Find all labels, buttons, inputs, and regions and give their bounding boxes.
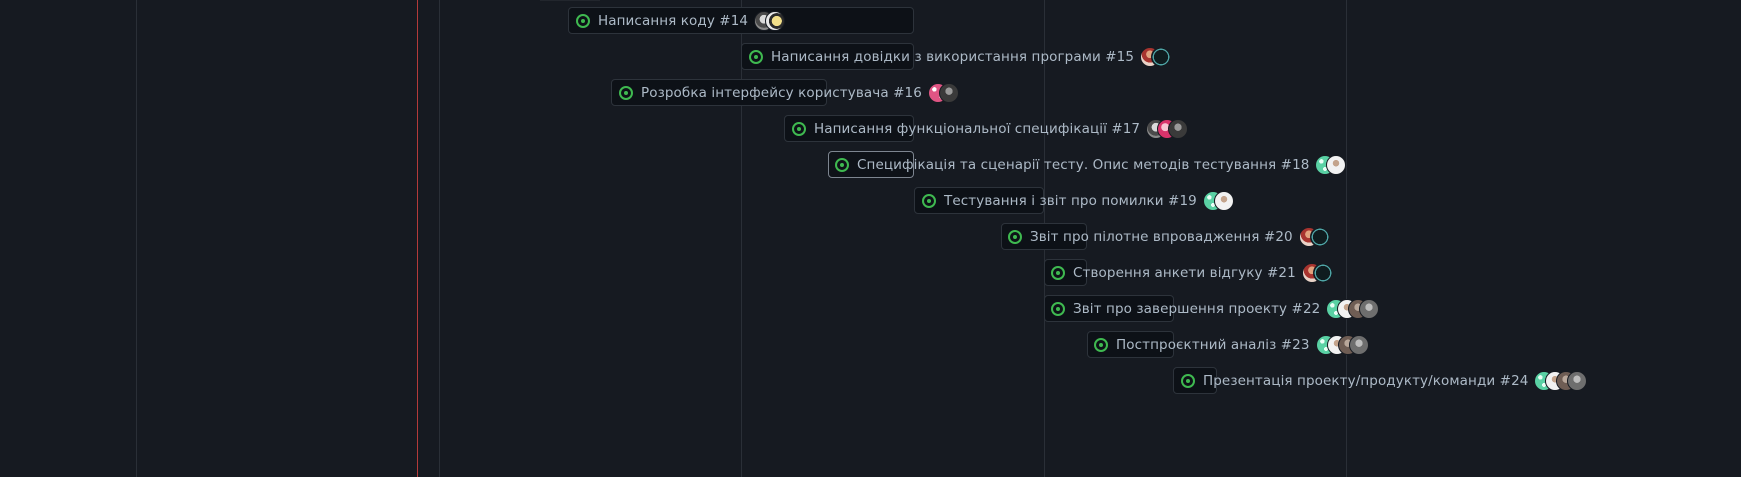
issue-title[interactable]: Написання функціональної специфікації #1… xyxy=(814,121,1140,137)
issue-title[interactable]: Написання коду #14 xyxy=(598,13,748,29)
issue-opened-icon xyxy=(1181,373,1195,388)
roadmap-row: Написання довідки з використання програм… xyxy=(0,43,1741,71)
issue-title[interactable]: Тестування і звіт про помилки #19 xyxy=(944,193,1197,209)
assignee-avatar[interactable] xyxy=(1567,370,1588,391)
assignee-avatars xyxy=(1326,298,1380,319)
issue-opened-icon xyxy=(1094,337,1108,352)
assignee-avatar[interactable] xyxy=(938,82,959,103)
assignee-avatars xyxy=(1202,190,1234,211)
assignee-avatars xyxy=(754,10,786,31)
roadmap-row: Постпроєктний аналіз #23 xyxy=(0,331,1741,359)
assignee-avatars xyxy=(1315,334,1369,355)
issue-opened-icon xyxy=(576,13,590,28)
issue-opened-icon xyxy=(749,49,763,64)
issue-title[interactable]: Звіт про пілотне впровадження #20 xyxy=(1030,229,1293,245)
issue-opened-icon xyxy=(922,193,936,208)
assignee-avatar[interactable] xyxy=(1348,334,1369,355)
issue-title[interactable]: Написання довідки з використання програм… xyxy=(771,49,1134,65)
assignee-avatar[interactable] xyxy=(1151,46,1172,67)
assignee-avatars xyxy=(1146,118,1189,139)
roadmap-row: Розробка інтерфейсу користувача #16 xyxy=(0,79,1741,107)
issue-title[interactable]: Постпроєктний аналіз #23 xyxy=(1116,337,1310,353)
roadmap-timeline: Написання коду #14 Написання довідки з в… xyxy=(0,0,1741,477)
issue-title[interactable]: Розробка інтерфейсу користувача #16 xyxy=(641,85,922,101)
roadmap-item: Створення анкети відгуку #21 xyxy=(1051,259,1333,286)
roadmap-row: Тестування і звіт про помилки #19 xyxy=(0,187,1741,215)
assignee-avatar[interactable] xyxy=(1309,226,1330,247)
issue-title[interactable]: Створення анкети відгуку #21 xyxy=(1073,265,1296,281)
roadmap-row: Звіт про пілотне впровадження #20 xyxy=(0,223,1741,251)
assignee-avatar[interactable] xyxy=(1359,298,1380,319)
roadmap-row: Презентація проекту/продукту/команди #24 xyxy=(0,367,1741,395)
assignee-avatars xyxy=(1140,46,1172,67)
assignee-avatar[interactable] xyxy=(1326,154,1347,175)
assignee-avatars xyxy=(1301,262,1333,283)
assignee-avatars xyxy=(927,82,959,103)
assignee-avatar[interactable] xyxy=(1168,118,1189,139)
assignee-avatar[interactable] xyxy=(1213,190,1234,211)
roadmap-row: Створення анкети відгуку #21 xyxy=(0,259,1741,287)
issue-opened-icon xyxy=(792,121,806,136)
issue-opened-icon xyxy=(1051,301,1065,316)
assignee-avatars xyxy=(1534,370,1588,391)
issue-opened-icon xyxy=(619,85,633,100)
issue-opened-icon xyxy=(1008,229,1022,244)
assignee-avatar[interactable] xyxy=(1312,262,1333,283)
assignee-avatars xyxy=(1315,154,1347,175)
issue-title[interactable]: Специфікація та сценарії тесту. Опис мет… xyxy=(857,157,1309,173)
roadmap-item: Презентація проекту/продукту/команди #24 xyxy=(1181,367,1588,394)
issue-opened-icon xyxy=(1051,265,1065,280)
issue-opened-icon xyxy=(835,157,849,172)
roadmap-row: Звіт про завершення проекту #22 xyxy=(0,295,1741,323)
roadmap-row: Написання коду #14 xyxy=(0,7,1741,35)
roadmap-row: Специфікація та сценарії тесту. Опис мет… xyxy=(0,151,1741,179)
previous-item-bar-edge xyxy=(540,0,600,1)
assignee-avatar[interactable] xyxy=(765,10,786,31)
assignee-avatars xyxy=(1298,226,1330,247)
issue-title[interactable]: Звіт про завершення проекту #22 xyxy=(1073,301,1320,317)
roadmap-row: Написання функціональної специфікації #1… xyxy=(0,115,1741,143)
issue-title[interactable]: Презентація проекту/продукту/команди #24 xyxy=(1203,373,1528,389)
